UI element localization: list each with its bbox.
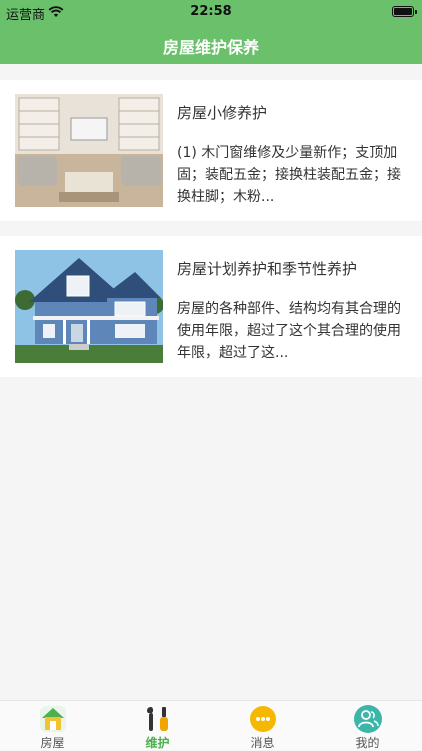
living-room-photo xyxy=(15,94,163,207)
tab-maintenance[interactable]: 维护 xyxy=(105,701,210,751)
article-desc: 房屋的各种部件、结构均有其合理的使用年限，超过了这个其合理的使用年限，超过了这.… xyxy=(177,301,401,361)
tab-profile-label: 我的 xyxy=(355,736,380,750)
article-card[interactable]: 房屋小修养护 (1) 木门窗维修及少量新作；支顶加固；装配五金；接换柱装配五金；… xyxy=(0,80,422,221)
tab-message-label: 消息 xyxy=(250,736,275,750)
status-bar: 运营商 22:58 xyxy=(0,0,422,24)
tab-house[interactable]: 房屋 xyxy=(0,701,105,751)
tab-bar: 房屋 维护 消息 我的 xyxy=(0,700,422,750)
nav-bar: 房屋维护保养 xyxy=(0,24,422,64)
profile-icon xyxy=(354,705,382,733)
tab-house-label: 房屋 xyxy=(40,736,65,750)
tab-profile[interactable]: 我的 xyxy=(315,701,420,751)
tab-message[interactable]: 消息 xyxy=(210,701,315,751)
page-title: 房屋维护保养 xyxy=(162,38,259,57)
article-desc: (1) 木门窗维修及少量新作；支顶加固；装配五金；接换柱装配五金；接换柱脚；木粉… xyxy=(177,145,401,205)
article-title: 房屋小修养护 xyxy=(177,104,268,122)
battery-icon xyxy=(392,6,417,17)
article-card[interactable]: 房屋计划养护和季节性养护 房屋的各种部件、结构均有其合理的使用年限，超过了这个其… xyxy=(0,236,422,377)
article-title: 房屋计划养护和季节性养护 xyxy=(177,260,358,278)
tools-icon xyxy=(147,707,168,731)
blue-house-photo xyxy=(15,250,163,363)
tab-maintenance-label: 维护 xyxy=(145,736,170,750)
clock: 22:58 xyxy=(190,4,232,19)
message-icon xyxy=(250,706,276,732)
house-icon xyxy=(40,706,66,732)
